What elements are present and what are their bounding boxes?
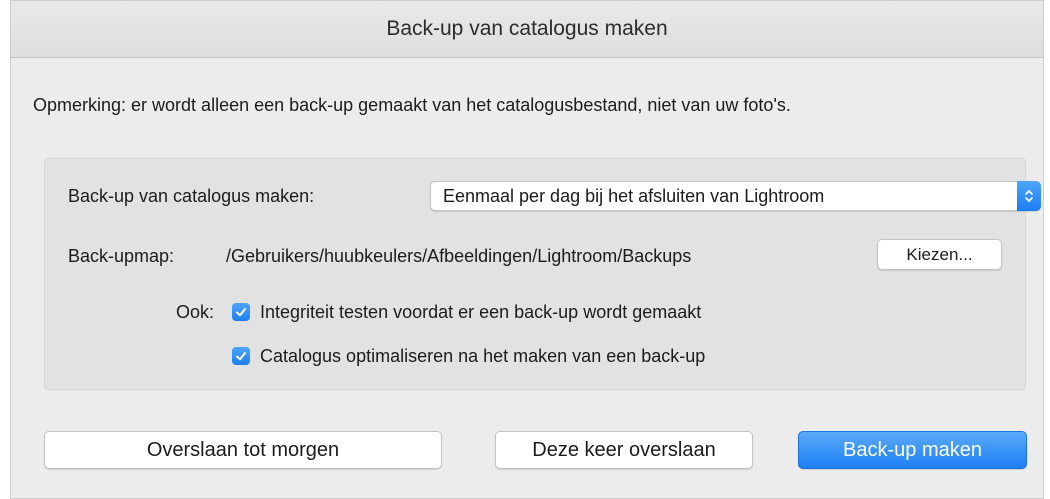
integrity-test-label[interactable]: Integriteit testen voordat er een back-u… [260,302,701,323]
backup-folder-path: /Gebruikers/huubkeulers/Afbeeldingen/Lig… [226,246,692,266]
skip-this-time-button[interactable]: Deze keer overslaan [495,431,753,469]
updown-chevron-icon [1017,181,1041,211]
backup-note: Opmerking: er wordt alleen een back-up g… [33,95,791,115]
frequency-select-value: Eenmaal per dag bij het afsluiten van Li… [443,186,825,206]
optimize-catalog-checkbox[interactable] [232,347,250,365]
optimize-catalog-label[interactable]: Catalogus optimaliseren na het maken van… [260,346,705,367]
frequency-select[interactable]: Eenmaal per dag bij het afsluiten van Li… [430,181,1041,211]
title-bar: Back-up van catalogus maken [11,1,1043,58]
backup-folder-label: Back-upmap: [68,246,175,266]
integrity-test-checkbox[interactable] [232,303,250,321]
checkmark-icon [236,352,246,361]
choose-folder-button[interactable]: Kiezen... [877,239,1002,270]
checkmark-icon [236,308,246,317]
frequency-label: Back-up van catalogus maken: [68,186,315,206]
backup-dialog: Back-up van catalogus maken Opmerking: e… [10,0,1044,499]
settings-panel: Back-up van catalogus maken: Eenmaal per… [44,158,1041,390]
dialog-title: Back-up van catalogus maken [386,17,668,40]
skip-until-tomorrow-button[interactable]: Overslaan tot morgen [44,431,442,469]
also-label: Ook: [176,302,215,322]
backup-button[interactable]: Back-up maken [798,431,1027,469]
